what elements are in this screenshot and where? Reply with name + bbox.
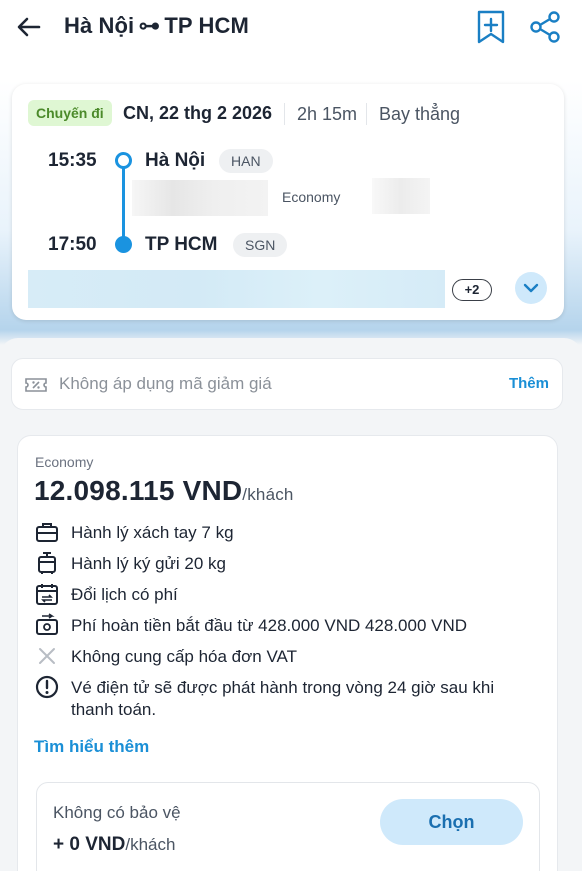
arrival-code: SGN — [233, 233, 288, 257]
price-unit: /khách — [242, 485, 294, 504]
route-line — [122, 168, 125, 238]
route-arrow-icon: ⊶ — [138, 13, 161, 38]
fare-price: 12.098.115 VND/khách — [34, 475, 294, 507]
page-title: Hà Nội ⊶ TP HCM — [64, 13, 249, 39]
price-value: 12.098.115 VND — [34, 475, 243, 506]
arrival-dot — [115, 236, 132, 253]
protection-option: Không có bảo vệ + 0 VND/khách Chọn — [36, 782, 540, 871]
feature-text: Vé điện tử sẽ được phát hành trong vòng … — [71, 678, 495, 719]
trip-badge: Chuyến đi — [28, 100, 112, 126]
protection-price: + 0 VND/khách — [53, 834, 175, 856]
departure-dot — [115, 152, 132, 169]
protection-price-unit: /khách — [125, 835, 176, 854]
promo-status: Không áp dụng mã giảm giá — [59, 374, 272, 393]
expand-details-button[interactable] — [515, 272, 547, 304]
chevron-down-icon — [523, 283, 539, 293]
protection-title: Không có bảo vệ — [53, 803, 181, 822]
refund-icon — [36, 613, 58, 635]
share-icon[interactable] — [528, 9, 562, 45]
departure-city: Hà Nội — [145, 150, 206, 171]
destination-city: TP HCM — [164, 13, 249, 38]
flight-summary-card: Chuyến đi CN, 22 thg 2 2026 2h 15m Bay t… — [12, 84, 564, 320]
flight-duration: 2h 15m — [297, 104, 358, 124]
luggage-icon — [38, 552, 56, 574]
choose-button[interactable]: Chọn — [380, 799, 523, 845]
arrival-city: TP HCM — [145, 234, 218, 255]
protection-price-value: + 0 VND — [53, 834, 126, 855]
promo-code-row[interactable]: Không áp dụng mã giảm giá Thêm — [11, 358, 563, 410]
info-icon — [35, 675, 59, 699]
coupon-icon — [25, 378, 47, 392]
learn-more-link[interactable]: Tìm hiểu thêm — [34, 737, 149, 757]
flight-date: CN, 22 thg 2 2026 — [123, 103, 273, 123]
close-icon — [39, 648, 55, 664]
departure-code: HAN — [219, 149, 273, 173]
feature-text: Phí hoàn tiền bắt đầu từ 428.000 VND 428… — [71, 616, 468, 635]
add-promo-button[interactable]: Thêm — [509, 375, 549, 392]
feature-text: Hành lý ký gửi 20 kg — [71, 554, 227, 573]
more-amenities-count[interactable]: +2 — [452, 279, 492, 301]
fare-card: Economy 12.098.115 VND/khách Hành lý xác… — [17, 435, 558, 871]
briefcase-icon — [36, 523, 58, 542]
top-app-bar: Hà Nội ⊶ TP HCM — [0, 0, 582, 56]
bookmark-add-icon[interactable] — [474, 9, 508, 45]
amenities-redacted — [28, 270, 445, 308]
cabin-class: Economy — [282, 189, 341, 205]
calendar-change-icon — [36, 584, 58, 605]
feature-text: Đổi lịch có phí — [71, 585, 178, 604]
feature-text: Hành lý xách tay 7 kg — [71, 523, 234, 542]
arrival-time: 17:50 — [48, 234, 97, 255]
divider — [366, 103, 367, 125]
fare-class: Economy — [35, 454, 94, 470]
feature-text: Không cung cấp hóa đơn VAT — [71, 647, 298, 666]
airline-info-redacted — [132, 180, 268, 216]
flight-number-redacted — [372, 178, 430, 214]
departure-time: 15:35 — [48, 150, 97, 171]
flight-type: Bay thẳng — [379, 104, 461, 124]
back-arrow-icon[interactable] — [12, 10, 46, 44]
origin-city: Hà Nội — [64, 13, 135, 38]
divider — [284, 103, 285, 125]
